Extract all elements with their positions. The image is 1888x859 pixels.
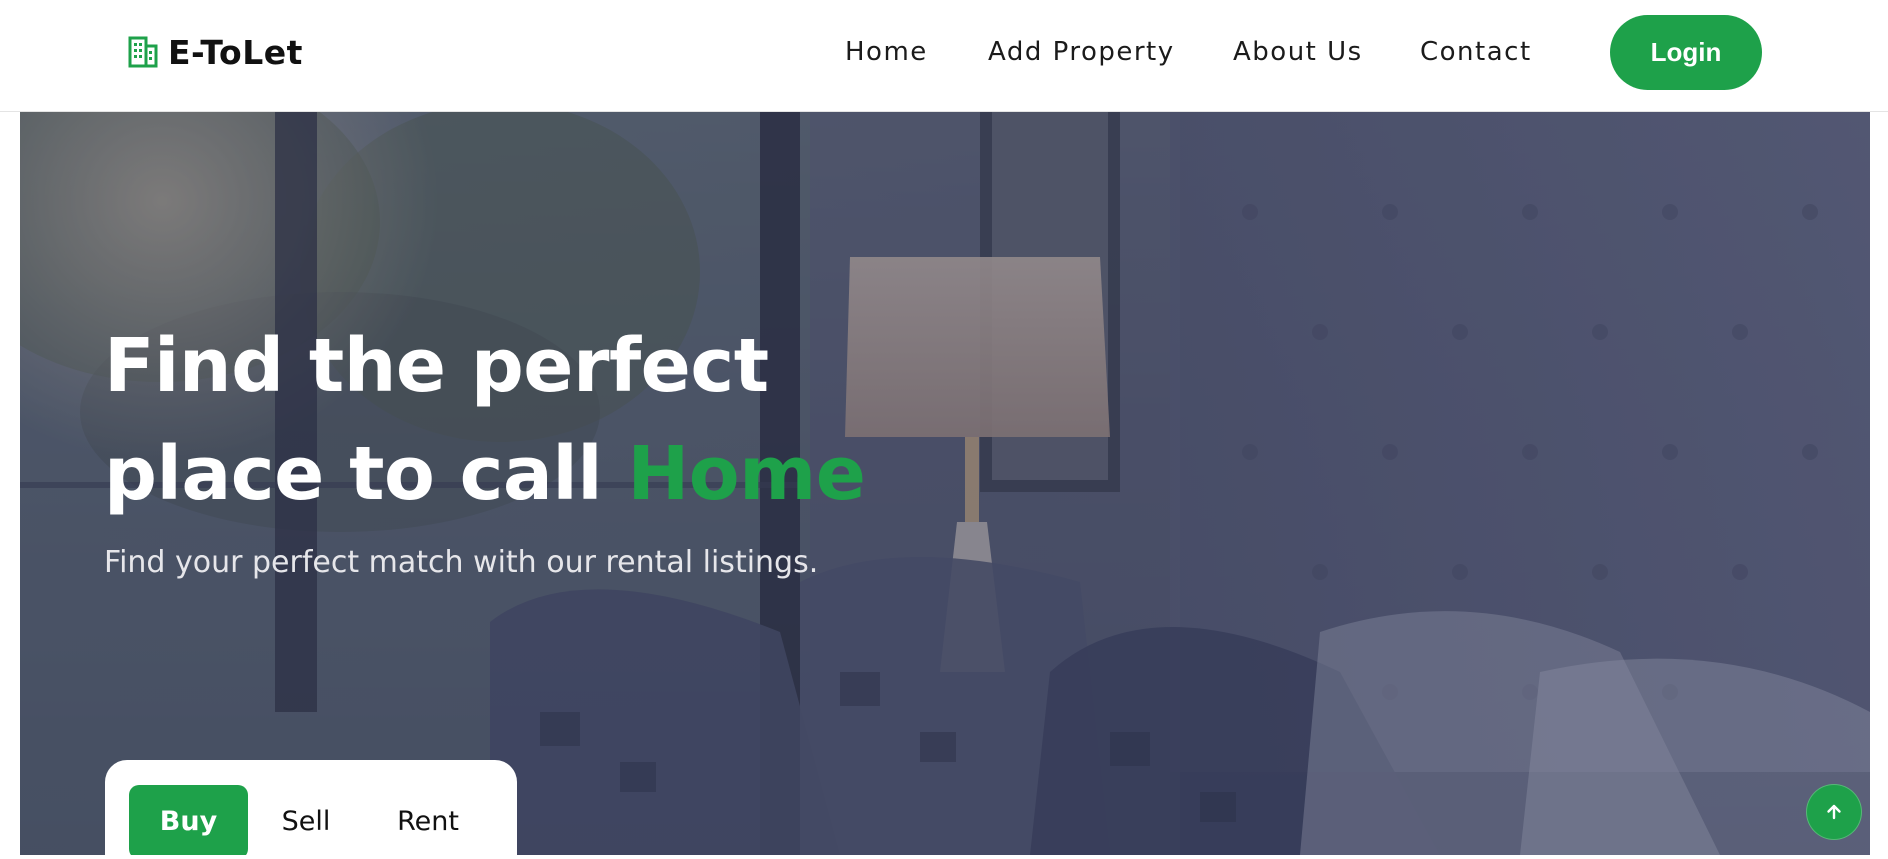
hero-subtitle: Find your perfect match with our rental …: [104, 545, 819, 580]
arrow-up-icon: [1827, 804, 1841, 820]
tab-rent[interactable]: Rent: [373, 785, 483, 855]
nav-link-home[interactable]: Home: [845, 30, 928, 74]
nav-link-about-us[interactable]: About Us: [1233, 30, 1363, 74]
hero-title-line2: place to call: [104, 431, 628, 517]
hero-title-accent: Home: [627, 431, 866, 517]
scroll-to-top-button[interactable]: [1806, 784, 1862, 840]
navbar: E-ToLet Home Add Property About Us Conta…: [0, 0, 1888, 112]
page-bottom-edge: [0, 855, 1888, 859]
hero-title: Find the perfect place to call Home: [104, 312, 1004, 528]
nav-links: Home Add Property About Us Contact: [0, 30, 1888, 74]
tab-sell[interactable]: Sell: [256, 785, 356, 855]
tab-buy[interactable]: Buy: [129, 785, 248, 855]
hero-title-line1: Find the perfect: [104, 323, 769, 409]
nav-link-add-property[interactable]: Add Property: [988, 30, 1175, 74]
hero-section: Find the perfect place to call Home Find…: [20, 112, 1870, 855]
login-button[interactable]: Login: [1610, 15, 1762, 90]
nav-link-contact[interactable]: Contact: [1420, 30, 1532, 74]
search-tab-panel: Buy Sell Rent: [105, 760, 517, 855]
